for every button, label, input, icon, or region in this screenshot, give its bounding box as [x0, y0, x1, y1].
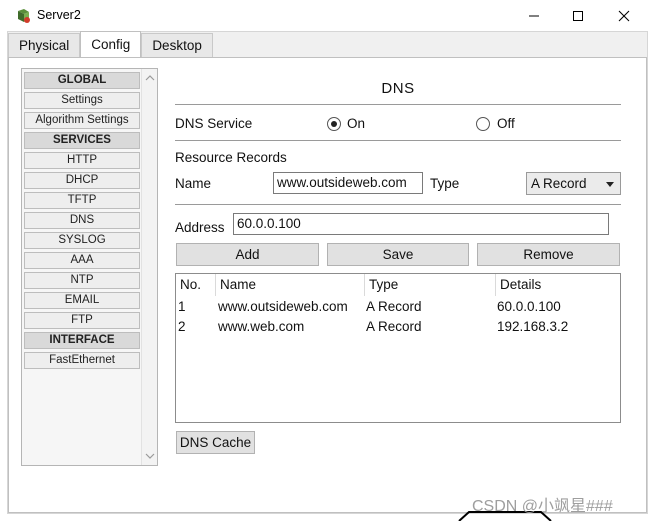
close-icon [618, 10, 630, 21]
name-label: Name [175, 176, 212, 191]
sidebar-item-algorithm-settings[interactable]: Algorithm Settings [24, 112, 140, 129]
dns-cache-button[interactable]: DNS Cache [176, 431, 255, 454]
cell-no: 2 [178, 319, 186, 334]
dns-settings: DNS DNS Service On Off Resource Records … [158, 58, 646, 512]
sidebar-item-dhcp[interactable]: DHCP [24, 172, 140, 189]
column-separator [215, 274, 216, 296]
close-button[interactable] [601, 0, 647, 31]
sidebar-item-tftp[interactable]: TFTP [24, 192, 140, 209]
cell-type: A Record [366, 319, 422, 334]
dns-off-radio[interactable] [476, 117, 490, 131]
chevron-down-icon [606, 182, 614, 187]
server-app-icon [18, 9, 30, 23]
column-separator [495, 274, 496, 296]
sidebar-item-dns[interactable]: DNS [24, 212, 140, 229]
config-sidebar: GLOBAL Settings Algorithm Settings SERVI… [21, 68, 158, 466]
sidebar-item-aaa[interactable]: AAA [24, 252, 140, 269]
page-title: DNS [381, 80, 415, 97]
minimize-icon [529, 15, 539, 16]
address-input[interactable]: 60.0.0.100 [233, 213, 609, 235]
column-separator [364, 274, 365, 296]
tab-desktop[interactable]: Desktop [141, 33, 213, 57]
radio-selected-dot [331, 121, 337, 127]
cell-name: www.outsideweb.com [218, 299, 348, 314]
cell-no: 1 [178, 299, 186, 314]
watermark: CSDN @小飒星### [472, 498, 613, 515]
name-input[interactable]: www.outsideweb.com [273, 172, 423, 194]
column-header-type[interactable]: Type [369, 277, 398, 292]
maximize-icon [573, 10, 583, 21]
sidebar-item-settings[interactable]: Settings [24, 92, 140, 109]
dns-on-label[interactable]: On [347, 116, 365, 131]
dns-service-label: DNS Service [175, 116, 253, 131]
sidebar-item-email[interactable]: EMAIL [24, 292, 140, 309]
cell-type: A Record [366, 299, 422, 314]
divider [175, 140, 621, 141]
sidebar-item-http[interactable]: HTTP [24, 152, 140, 169]
tab-config[interactable]: Config [80, 31, 142, 57]
tab-bar: Physical Config Desktop [8, 31, 213, 57]
cell-name: www.web.com [218, 319, 305, 334]
record-type-select[interactable]: A Record [526, 172, 621, 195]
type-label: Type [430, 176, 460, 191]
dns-off-label[interactable]: Off [497, 116, 515, 131]
resource-records-label: Resource Records [175, 150, 287, 165]
sidebar-header-interface: INTERFACE [24, 332, 140, 349]
remove-button[interactable]: Remove [477, 243, 620, 266]
title-bar: Server2 [0, 0, 655, 31]
sidebar-item-ftp[interactable]: FTP [24, 312, 140, 329]
sidebar-header-global: GLOBAL [24, 72, 140, 89]
divider [175, 204, 621, 205]
scroll-down-icon[interactable] [145, 451, 155, 461]
tab-physical[interactable]: Physical [8, 33, 81, 57]
sidebar-header-services: SERVICES [24, 132, 140, 149]
scroll-up-icon[interactable] [145, 73, 155, 83]
dns-on-radio[interactable] [327, 117, 341, 131]
minimize-button[interactable] [511, 0, 557, 31]
sidebar-item-fastethernet[interactable]: FastEthernet [24, 352, 140, 369]
record-type-value: A Record [531, 176, 587, 191]
address-label: Address [175, 220, 225, 235]
sidebar-scrollbar[interactable] [141, 69, 157, 465]
column-header-name[interactable]: Name [220, 277, 256, 292]
add-button[interactable]: Add [176, 243, 319, 266]
cell-details: 192.168.3.2 [497, 319, 569, 334]
column-header-details[interactable]: Details [500, 277, 541, 292]
divider [175, 104, 621, 105]
column-header-no[interactable]: No. [180, 277, 201, 292]
cell-details: 60.0.0.100 [497, 299, 561, 314]
records-table: No. Name Type Details 1 www.outsideweb.c… [175, 273, 621, 423]
sidebar-item-syslog[interactable]: SYSLOG [24, 232, 140, 249]
save-button[interactable]: Save [327, 243, 469, 266]
window-title: Server2 [37, 8, 81, 22]
maximize-button[interactable] [555, 0, 601, 31]
sidebar-item-ntp[interactable]: NTP [24, 272, 140, 289]
